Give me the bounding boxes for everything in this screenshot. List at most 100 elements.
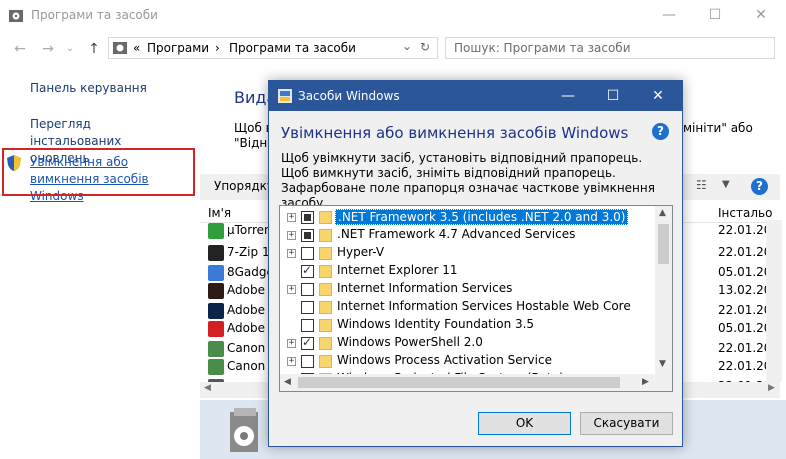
- help-icon[interactable]: ?: [751, 178, 768, 195]
- program-icon: [208, 303, 224, 319]
- forward-arrow-icon[interactable]: →: [38, 39, 58, 59]
- program-name: Adobe I: [227, 283, 273, 297]
- breadcrumb-programs-and-features[interactable]: Програми та засоби: [229, 41, 356, 55]
- address-bar[interactable]: « Програми › Програми та засоби ⌄ ↻: [108, 37, 438, 59]
- up-arrow-icon[interactable]: ↑: [84, 39, 104, 59]
- program-details-icon: [230, 408, 258, 452]
- ok-button[interactable]: OK: [478, 412, 571, 435]
- dialog-titlebar: Засоби Windows — ☐ ✕: [269, 81, 682, 111]
- scroll-left-icon[interactable]: ◀: [284, 377, 291, 387]
- expand-plus-icon[interactable]: +: [287, 357, 296, 366]
- feature-row[interactable]: Internet Information Services Hostable W…: [280, 298, 656, 316]
- folder-icon: [319, 337, 332, 350]
- tree-horizontal-scrollbar[interactable]: ◀ ▶: [280, 374, 672, 391]
- expand-plus-icon[interactable]: +: [287, 249, 296, 258]
- column-name[interactable]: Ім'я: [208, 206, 231, 220]
- feature-checkbox[interactable]: [301, 355, 314, 368]
- dialog-help-icon[interactable]: ?: [652, 123, 669, 140]
- tree-scroll-thumb[interactable]: [658, 224, 669, 264]
- expand-plus-icon[interactable]: +: [287, 213, 296, 222]
- feature-checkbox[interactable]: [301, 211, 314, 224]
- feature-checkbox[interactable]: [301, 319, 314, 332]
- feature-label[interactable]: Hyper-V: [335, 245, 386, 259]
- dialog-close-button[interactable]: ✕: [636, 81, 680, 111]
- windows-features-icon: [278, 89, 292, 103]
- column-installed[interactable]: Інстальо: [718, 206, 772, 220]
- feature-label[interactable]: Windows PowerShell 2.0: [335, 335, 485, 349]
- folder-icon: [319, 283, 332, 296]
- feature-row[interactable]: + .NET Framework 4.7 Advanced Services: [280, 226, 656, 244]
- maximize-button[interactable]: ☐: [692, 0, 738, 30]
- feature-label[interactable]: .NET Framework 3.5 (includes .NET 2.0 an…: [335, 209, 629, 225]
- breadcrumb-programs[interactable]: Програми: [147, 41, 209, 55]
- close-button[interactable]: ✕: [738, 0, 784, 30]
- dialog-minimize-button[interactable]: —: [546, 81, 590, 111]
- program-name: Canon I: [227, 341, 273, 355]
- dialog-heading: Увімкнення або вимкнення засобів Windows: [281, 124, 629, 142]
- folder-icon: [319, 319, 332, 332]
- control-panel-icon: [113, 42, 127, 54]
- feature-label[interactable]: Windows Identity Foundation 3.5: [335, 317, 536, 331]
- feature-row[interactable]: + Windows PowerShell 2.0: [280, 334, 656, 352]
- folder-icon: [319, 229, 332, 242]
- feature-row[interactable]: + Internet Information Services: [280, 280, 656, 298]
- scroll-down-icon[interactable]: ▼: [659, 359, 666, 369]
- maximize-icon: ☐: [606, 88, 620, 104]
- minimize-button[interactable]: —: [646, 0, 692, 30]
- feature-row[interactable]: Windows Identity Foundation 3.5: [280, 316, 656, 334]
- feature-checkbox[interactable]: [301, 263, 314, 278]
- breadcrumb-overflow[interactable]: «: [133, 41, 140, 55]
- breadcrumb-separator[interactable]: ›: [215, 41, 220, 55]
- feature-label[interactable]: Windows Process Activation Service: [335, 353, 554, 367]
- windows-features-dialog: Засоби Windows — ☐ ✕ Увімкнення або вимк…: [268, 80, 683, 447]
- folder-icon: [319, 247, 332, 260]
- search-input[interactable]: Пошук: Програми та засоби: [445, 37, 775, 59]
- scroll-right-icon[interactable]: ▶: [642, 377, 649, 387]
- scroll-right-icon[interactable]: ▶: [768, 383, 775, 393]
- refresh-icon[interactable]: ↻: [420, 40, 430, 54]
- feature-row[interactable]: Internet Explorer 11: [280, 262, 656, 280]
- expand-plus-icon[interactable]: +: [287, 339, 296, 348]
- scroll-left-icon[interactable]: ◀: [204, 383, 211, 393]
- recent-locations-chevron-icon[interactable]: ⌄: [60, 39, 80, 59]
- address-dropdown-icon[interactable]: ⌄: [402, 39, 412, 53]
- program-icon: [208, 223, 224, 239]
- program-icon: [208, 265, 224, 281]
- feature-row[interactable]: + Hyper-V: [280, 244, 656, 262]
- feature-checkbox[interactable]: [301, 301, 314, 314]
- minimize-icon: —: [561, 88, 575, 104]
- feature-checkbox[interactable]: [301, 283, 314, 296]
- dialog-description: Щоб увімкнути засіб, установіть відповід…: [281, 151, 655, 210]
- feature-label[interactable]: .NET Framework 4.7 Advanced Services: [335, 227, 577, 241]
- content-description-line1: Щоб в: [234, 121, 273, 135]
- content-description-tail: мініти" або: [683, 121, 753, 135]
- feature-row[interactable]: + .NET Framework 3.5 (includes .NET 2.0 a…: [280, 208, 656, 226]
- feature-checkbox[interactable]: [301, 247, 314, 260]
- expand-plus-icon[interactable]: +: [287, 285, 296, 294]
- folder-icon: [319, 301, 332, 314]
- program-name: Adobe I: [227, 321, 273, 335]
- tree-hscroll-thumb[interactable]: [298, 377, 620, 388]
- folder-icon: [319, 211, 332, 224]
- back-arrow-icon[interactable]: ←: [10, 39, 30, 59]
- feature-label[interactable]: Internet Information Services: [335, 281, 514, 295]
- expand-plus-icon[interactable]: +: [287, 231, 296, 240]
- folder-icon: [319, 265, 332, 278]
- feature-label[interactable]: Internet Information Services Hostable W…: [335, 299, 633, 313]
- feature-row[interactable]: + Windows Process Activation Service: [280, 352, 656, 370]
- dialog-maximize-button[interactable]: ☐: [591, 81, 635, 111]
- control-panel-home-link[interactable]: Панель керування: [30, 80, 147, 97]
- organize-button[interactable]: Упорядку: [214, 179, 274, 193]
- cancel-button[interactable]: Скасувати: [580, 412, 673, 435]
- view-dropdown-icon[interactable]: ▼: [722, 179, 730, 190]
- folder-icon: [319, 355, 332, 368]
- feature-checkbox[interactable]: [301, 335, 314, 350]
- tree-vertical-scrollbar[interactable]: ▲ ▼: [655, 206, 672, 374]
- scroll-up-icon[interactable]: ▲: [659, 208, 666, 218]
- feature-checkbox[interactable]: [301, 229, 314, 242]
- close-icon: ✕: [755, 7, 767, 23]
- view-options-icon[interactable]: ☷: [696, 178, 707, 192]
- program-icon: [208, 245, 224, 261]
- feature-label[interactable]: Internet Explorer 11: [335, 263, 460, 277]
- programs-vertical-scrollbar[interactable]: [766, 220, 782, 382]
